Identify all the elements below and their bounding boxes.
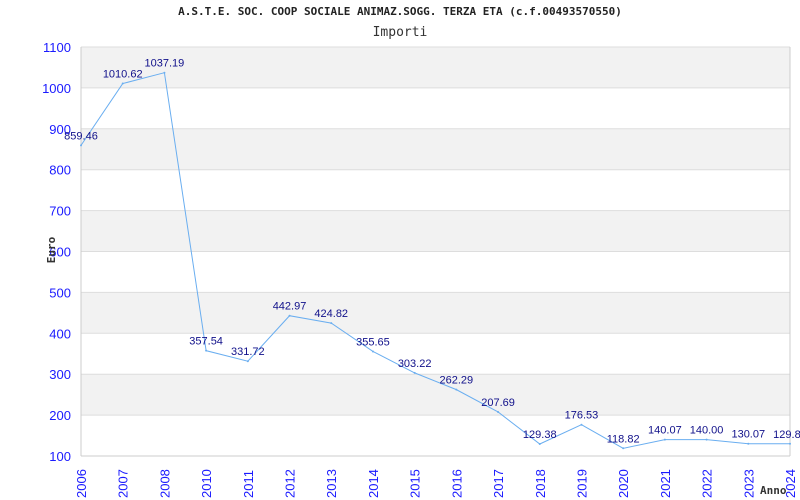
data-label: 140.00 [690,425,724,437]
data-point [80,144,82,147]
data-point [246,360,249,363]
x-tick-label: 2022 [700,469,715,498]
grid-band [81,292,790,334]
y-axis-title: Euro [45,236,58,263]
data-point [163,71,166,74]
y-tick-label: 800 [49,163,71,178]
plot-area: 100200300400500600700800900100011002006 2… [42,40,800,498]
data-label: 1037.19 [145,58,185,70]
data-point [121,82,124,85]
x-tick-label: 2006 [74,469,89,498]
x-tick-label: 2023 [741,469,756,498]
data-point [663,438,666,441]
data-label: 357.54 [189,336,223,348]
x-tick-label: 2019 [574,469,589,498]
x-tick-label: 2007 [116,469,131,498]
grid-band [81,210,790,252]
data-point [538,442,541,445]
data-label: 207.69 [481,397,515,409]
x-tick-label: 2013 [324,469,339,498]
x-tick-label: 2017 [491,469,506,498]
data-point [205,349,208,352]
data-point [455,388,458,391]
data-label: 118.82 [607,433,640,445]
x-tick-label: 2012 [283,469,298,498]
x-tick-label: 2008 [157,469,172,498]
y-tick-label: 1000 [42,81,71,96]
grid-band [81,128,790,170]
data-label: 331.72 [231,346,265,358]
x-tick-label: 2014 [366,469,381,498]
data-point [705,438,708,441]
data-point [747,442,750,445]
x-axis-title: Anno [760,484,787,497]
y-tick-label: 400 [49,326,71,341]
y-tick-label: 500 [49,285,71,300]
grid-band [81,47,790,88]
data-point [497,410,500,413]
data-label: 140.07 [648,425,682,437]
data-label: 176.53 [565,410,599,422]
data-label: 355.65 [356,336,390,348]
grid-band [81,374,790,416]
y-tick-label: 300 [49,367,71,382]
data-label: 442.97 [273,301,307,313]
x-tick-label: 2010 [199,469,214,498]
y-tick-label: 100 [49,449,71,464]
x-tick-label: 2020 [616,469,631,498]
data-label: 129.38 [523,429,557,441]
x-tick-label: 2016 [449,469,464,498]
data-point [580,423,583,426]
data-label: 303.22 [398,358,432,370]
data-label: 130.07 [731,429,765,441]
data-label: 262.29 [440,375,474,387]
y-tick-label: 200 [49,408,71,423]
data-point [288,314,291,317]
data-point [413,371,416,374]
x-tick-label: 2021 [658,469,673,498]
chart: A.S.T.E. SOC. COOP SOCIALE ANIMAZ.SOGG. … [0,0,800,500]
y-tick-label: 1100 [43,40,71,55]
data-point [330,322,333,325]
data-point [789,442,791,445]
x-tick-label: 2011 [241,470,256,498]
y-tick-label: 700 [49,204,71,219]
data-point [622,447,625,450]
data-label: 1010.62 [103,69,143,81]
data-point [371,350,374,353]
x-tick-label: 2018 [533,469,548,498]
x-tick-label: 2015 [408,469,423,498]
data-label: 424.82 [314,308,348,320]
data-label: 129.84 [773,429,800,441]
data-label: 859.46 [64,130,98,142]
